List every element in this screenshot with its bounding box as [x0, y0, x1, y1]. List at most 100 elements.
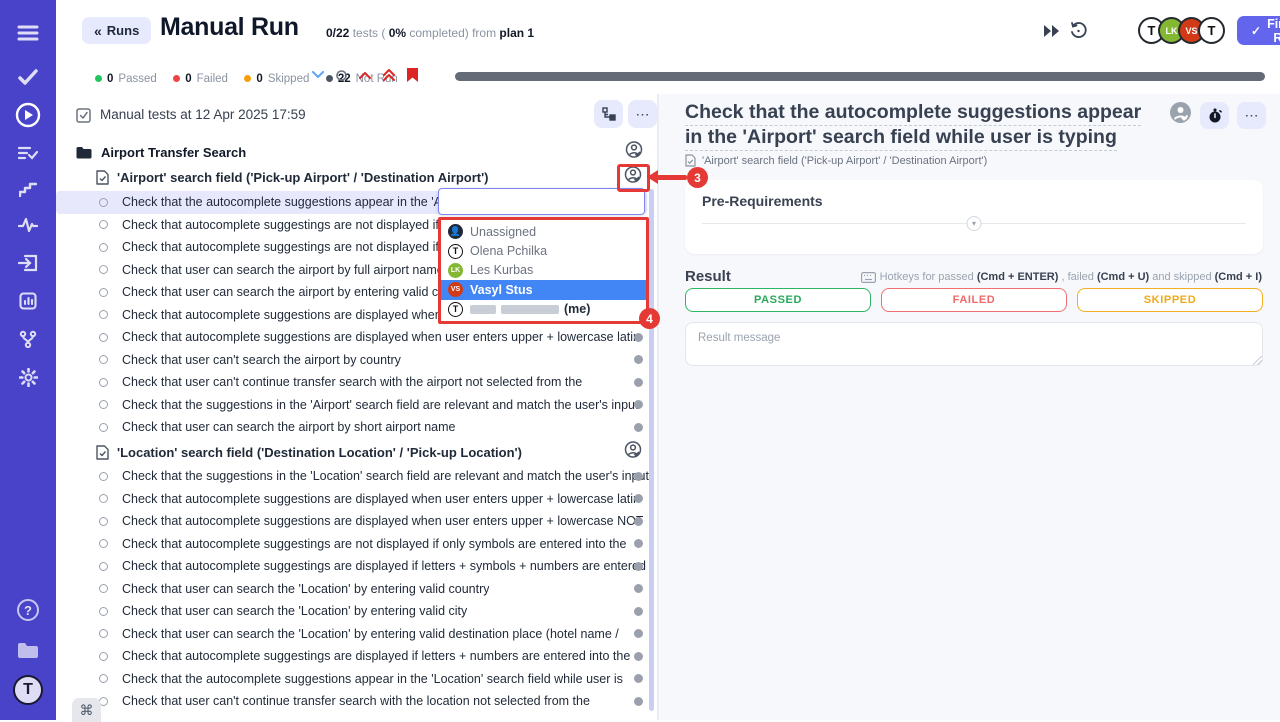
skipped-button[interactable]: SKIPPED: [1077, 288, 1263, 312]
assignee-name: Vasyl Stus: [470, 283, 533, 297]
timer-button[interactable]: [1200, 102, 1229, 129]
test-row[interactable]: Check that the autocomplete suggestions …: [56, 668, 657, 691]
avatar: T: [1198, 17, 1225, 44]
annotation-step-4-badge: 4: [639, 308, 660, 329]
assignee-search-input[interactable]: [438, 188, 645, 215]
assignee-avatar-icon[interactable]: [1169, 101, 1192, 129]
chevron-up-icon[interactable]: [359, 71, 371, 79]
test-row[interactable]: Check that autocomplete suggestings are …: [56, 555, 657, 578]
back-to-runs-button[interactable]: Runs: [82, 17, 151, 44]
folder-icon: [76, 146, 92, 159]
amber-dot-icon: [244, 75, 251, 82]
red-dot-icon: [173, 75, 180, 82]
test-row[interactable]: Check that user can search the airport b…: [56, 416, 657, 439]
circle-filter-icon[interactable]: [336, 70, 347, 81]
test-title: Check that autocomplete suggestings are …: [122, 240, 456, 254]
assignee-name: (me): [470, 302, 590, 316]
status-bar: 0Passed 0Failed 0Skipped 22Not Run: [56, 60, 1280, 94]
test-row[interactable]: Check that user can't continue transfer …: [56, 690, 657, 713]
folder-docs-icon[interactable]: [0, 633, 56, 667]
suite-row-location[interactable]: 'Location' search field ('Destination Lo…: [56, 440, 657, 464]
test-status-circle-icon: [99, 378, 108, 387]
keyboard-shortcuts-button[interactable]: [72, 698, 101, 722]
test-title: Check that user can't continue transfer …: [122, 375, 582, 389]
double-chevron-up-icon[interactable]: [383, 69, 395, 81]
fast-forward-icon[interactable]: [1044, 24, 1060, 42]
hotkeys-hint: Hotkeys for passed (Cmd + ENTER) , faile…: [861, 271, 1262, 283]
test-status-circle-icon: [99, 607, 108, 616]
test-row[interactable]: Check that the suggestions in the 'Locat…: [56, 465, 657, 488]
finish-run-button[interactable]: Finish Run: [1237, 16, 1280, 45]
test-row[interactable]: Check that autocomplete suggestions are …: [56, 488, 657, 511]
test-title: Check that autocomplete suggestions are …: [122, 492, 640, 506]
test-row[interactable]: Check that user can't search the airport…: [56, 349, 657, 372]
collapse-chevron-down-icon[interactable]: [312, 71, 324, 79]
not-run-dot-icon: [634, 517, 643, 526]
scrollbar[interactable]: [649, 189, 654, 711]
panel-more-button[interactable]: [628, 100, 657, 128]
import-icon[interactable]: [0, 246, 56, 280]
test-row[interactable]: Check that user can search the 'Location…: [56, 623, 657, 646]
assignee-option[interactable]: T Olena Pchilka: [441, 241, 646, 260]
assignee-option[interactable]: VS Vasyl Stus: [441, 280, 646, 299]
check-icon[interactable]: [0, 60, 56, 94]
test-title: Check that the autocomplete suggestions …: [122, 195, 463, 209]
retry-timer-icon[interactable]: [1069, 21, 1087, 44]
test-file-icon: [685, 154, 696, 167]
test-title: Check that user can search the airport b…: [122, 420, 456, 434]
steps-icon[interactable]: [0, 172, 56, 206]
double-chevron-left-icon: [94, 23, 102, 39]
run-assignee-avatars[interactable]: TLKVST: [1145, 17, 1225, 45]
test-title: Check that autocomplete suggestings are …: [122, 537, 626, 551]
assign-user-icon[interactable]: [625, 141, 643, 164]
not-run-dot-icon: [634, 333, 643, 342]
folder-row[interactable]: Airport Transfer Search: [56, 140, 657, 164]
test-status-circle-icon: [99, 310, 108, 319]
green-dot-icon: [95, 75, 102, 82]
page-header: Runs Manual Run 0/22 tests ( 0% complete…: [56, 0, 1280, 60]
test-status-circle-icon: [99, 494, 108, 503]
test-row[interactable]: Check that the suggestions in the 'Airpo…: [56, 394, 657, 417]
result-section-title: Result: [685, 268, 731, 285]
not-run-dot-icon: [634, 539, 643, 548]
detail-more-button[interactable]: [1237, 102, 1266, 129]
test-row[interactable]: Check that autocomplete suggestions are …: [56, 510, 657, 533]
assign-user-icon[interactable]: [624, 441, 642, 464]
assignee-option[interactable]: LK Les Kurbas: [441, 261, 646, 280]
test-row[interactable]: Check that user can't continue transfer …: [56, 371, 657, 394]
hamburger-menu-icon[interactable]: [0, 16, 56, 50]
not-run-dot-icon: [634, 607, 643, 616]
test-status-circle-icon: [99, 355, 108, 364]
test-title: Check that the suggestions in the 'Locat…: [122, 469, 649, 483]
test-row[interactable]: Check that user can search the 'Location…: [56, 578, 657, 601]
suite-name: 'Location' search field ('Destination Lo…: [117, 445, 522, 460]
expand-toggle-icon[interactable]: [967, 216, 982, 231]
branches-icon[interactable]: [0, 322, 56, 356]
passed-button[interactable]: PASSED: [685, 288, 871, 312]
assignee-option[interactable]: T (me): [441, 300, 646, 319]
pre-requirements-card: Pre-Requirements: [685, 180, 1263, 254]
help-icon[interactable]: ?: [0, 593, 56, 627]
test-row[interactable]: Check that user can search the 'Location…: [56, 600, 657, 623]
reports-chart-icon[interactable]: [0, 284, 56, 318]
test-title: Check that autocomplete suggestions are …: [122, 330, 640, 344]
tree-view-button[interactable]: [594, 100, 623, 128]
avatar: [448, 224, 463, 239]
test-plans-icon[interactable]: [0, 136, 56, 170]
result-message-textarea[interactable]: [685, 322, 1263, 366]
bookmark-icon[interactable]: [407, 68, 418, 82]
assignee-option[interactable]: Unassigned: [441, 222, 646, 241]
failed-button[interactable]: FAILED: [881, 288, 1067, 312]
runs-play-icon[interactable]: [0, 98, 56, 132]
suite-row-airport[interactable]: 'Airport' search field ('Pick-up Airport…: [56, 165, 657, 189]
run-progress-bar: [455, 72, 1265, 81]
activity-pulse-icon[interactable]: [0, 208, 56, 242]
settings-gear-icon[interactable]: [0, 360, 56, 394]
page-title: Manual Run: [160, 13, 299, 42]
run-progress-summary: 0/22 tests ( 0% completed) from plan 1: [326, 26, 534, 40]
test-row[interactable]: Check that autocomplete suggestions are …: [56, 326, 657, 349]
test-row[interactable]: Check that autocomplete suggestings are …: [56, 645, 657, 668]
test-row[interactable]: Check that autocomplete suggestings are …: [56, 533, 657, 556]
not-run-dot-icon: [634, 400, 643, 409]
testomat-logo[interactable]: T: [0, 673, 56, 707]
